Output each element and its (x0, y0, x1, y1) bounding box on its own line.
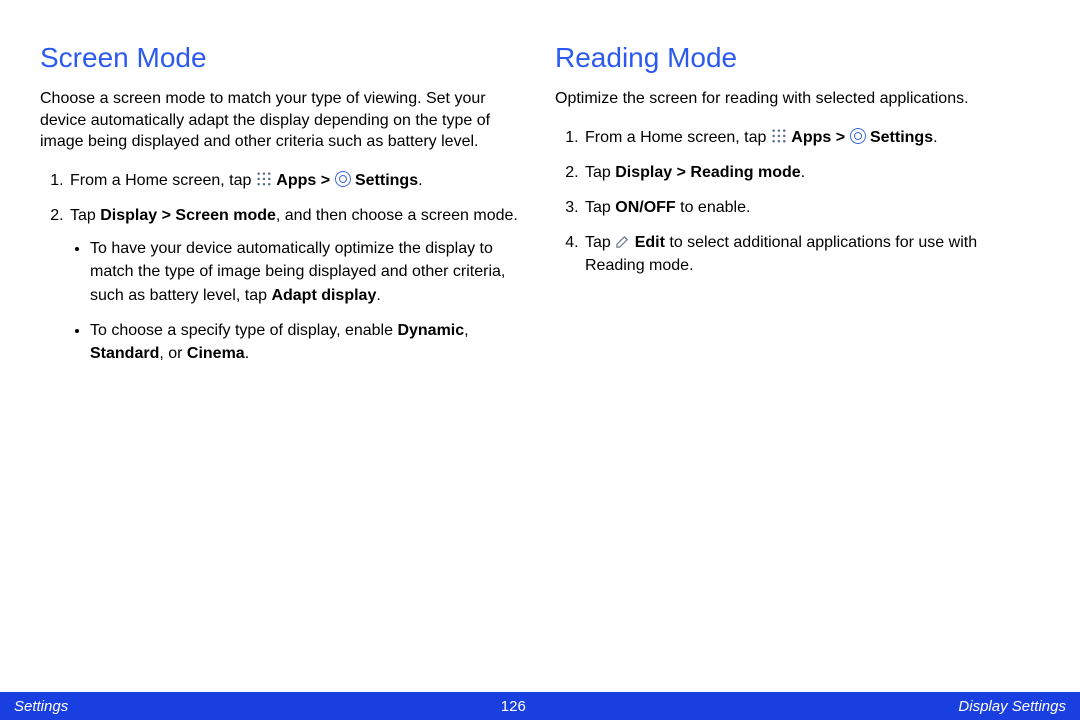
settings-label: Settings (355, 172, 418, 189)
page-footer: Settings 126 Display Settings (0, 692, 1080, 720)
bullet-item: To choose a specify type of display, ena… (90, 319, 525, 365)
apps-label: Apps (791, 129, 831, 146)
edit-label: Edit (635, 234, 665, 251)
footer-left: Settings (14, 698, 68, 715)
bullet-text: To choose a specify type of display, ena… (90, 322, 397, 339)
reading-mode-heading: Reading Mode (555, 42, 1040, 74)
display-path: Display > Screen mode (100, 207, 276, 224)
reading-mode-intro: Optimize the screen for reading with sel… (555, 88, 1040, 110)
separator: > (316, 172, 334, 189)
sep: , (464, 322, 468, 339)
step-text: Tap (70, 207, 100, 224)
reading-mode-steps: From a Home screen, tap Apps > Settings.… (555, 126, 1040, 278)
step-item: Tap Edit to select additional applicatio… (583, 231, 1040, 277)
bullet-item: To have your device automatically optimi… (90, 237, 525, 307)
period: . (933, 129, 937, 146)
mode-option: Standard (90, 345, 159, 362)
mode-option: Cinema (187, 345, 245, 362)
step-text: to enable. (676, 199, 751, 216)
screen-mode-steps: From a Home screen, tap Apps > Settings.… (40, 169, 525, 365)
settings-label: Settings (870, 129, 933, 146)
step-text: From a Home screen, tap (70, 172, 256, 189)
sep: , or (159, 345, 187, 362)
step-text: , and then choose a screen mode. (276, 207, 518, 224)
apps-label: Apps (276, 172, 316, 189)
right-column: Reading Mode Optimize the screen for rea… (555, 42, 1040, 680)
step-item: Tap ON/OFF to enable. (583, 196, 1040, 219)
step-text: From a Home screen, tap (585, 129, 771, 146)
step-item: From a Home screen, tap Apps > Settings. (583, 126, 1040, 149)
step-item: Tap Display > Screen mode, and then choo… (68, 204, 525, 365)
step-text: Tap (585, 234, 615, 251)
display-path: Display > Reading mode (615, 164, 800, 181)
page-content: Screen Mode Choose a screen mode to matc… (0, 0, 1080, 680)
adapt-display-label: Adapt display (271, 287, 376, 304)
onoff-label: ON/OFF (615, 199, 675, 216)
bullet-list: To have your device automatically optimi… (70, 237, 525, 365)
footer-right: Display Settings (958, 698, 1066, 715)
period: . (376, 287, 380, 304)
step-text: Tap (585, 164, 615, 181)
screen-mode-intro: Choose a screen mode to match your type … (40, 88, 525, 153)
step-text: Tap (585, 199, 615, 216)
period: . (801, 164, 805, 181)
mode-option: Dynamic (397, 322, 464, 339)
step-item: From a Home screen, tap Apps > Settings. (68, 169, 525, 192)
screen-mode-heading: Screen Mode (40, 42, 525, 74)
apps-icon (771, 128, 787, 144)
settings-icon (850, 128, 866, 144)
pencil-icon (615, 234, 630, 249)
step-item: Tap Display > Reading mode. (583, 161, 1040, 184)
period: . (245, 345, 249, 362)
period: . (418, 172, 422, 189)
left-column: Screen Mode Choose a screen mode to matc… (40, 42, 525, 680)
page-number: 126 (501, 698, 526, 715)
settings-icon (335, 171, 351, 187)
separator: > (831, 129, 849, 146)
apps-icon (256, 171, 272, 187)
